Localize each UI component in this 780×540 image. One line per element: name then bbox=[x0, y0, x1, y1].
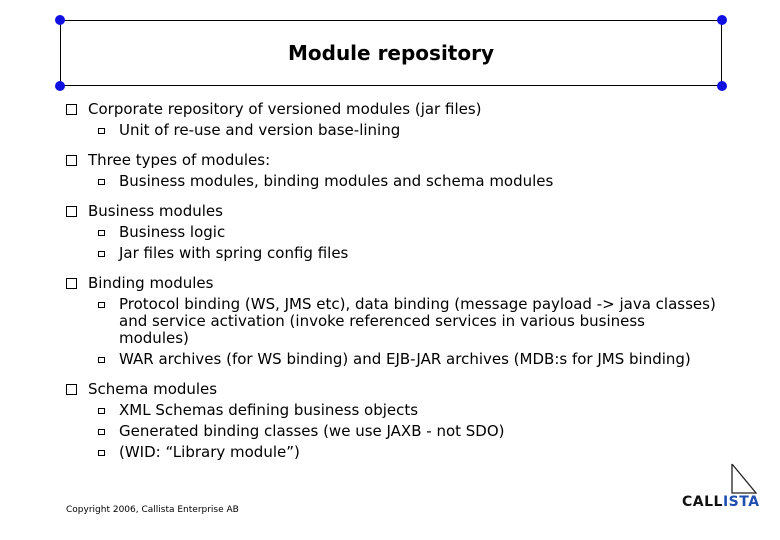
square-bullet-icon bbox=[66, 206, 77, 217]
small-square-bullet-icon bbox=[98, 357, 105, 363]
sub-bullet-item: XML Schemas defining business objects bbox=[66, 402, 716, 419]
logo-text: CALLISTA bbox=[682, 494, 760, 510]
sub-bullet-text: Unit of re-use and version base-lining bbox=[119, 121, 401, 139]
logo-text-dark: CALL bbox=[682, 494, 723, 510]
callista-logo: CALLISTA bbox=[682, 462, 766, 514]
sub-bullet-item: WAR archives (for WS binding) and EJB-JA… bbox=[66, 351, 716, 368]
sub-bullet-text: (WID: “Library module”) bbox=[119, 443, 300, 461]
small-square-bullet-icon bbox=[98, 429, 105, 435]
sub-bullet-text: Generated binding classes (we use JAXB -… bbox=[119, 422, 505, 440]
sub-bullet-item: Protocol binding (WS, JMS etc), data bin… bbox=[66, 296, 716, 347]
bullet-item: Schema modules bbox=[66, 380, 716, 398]
sub-bullet-text: Protocol binding (WS, JMS etc), data bin… bbox=[119, 295, 716, 347]
sub-bullet-item: Generated binding classes (we use JAXB -… bbox=[66, 423, 716, 440]
square-bullet-icon bbox=[66, 155, 77, 166]
bullet-text: Business modules bbox=[88, 202, 223, 220]
title-box: Module repository bbox=[60, 20, 722, 86]
sub-bullet-item: (WID: “Library module”) bbox=[66, 444, 716, 461]
resize-handle-bottom-right[interactable] bbox=[717, 81, 727, 91]
sub-bullet-item: Business modules, binding modules and sc… bbox=[66, 173, 716, 190]
bullet-text: Binding modules bbox=[88, 274, 214, 292]
slide-title: Module repository bbox=[287, 41, 495, 65]
sub-bullet-item: Business logic bbox=[66, 224, 716, 241]
bullet-text: Three types of modules: bbox=[88, 151, 271, 169]
small-square-bullet-icon bbox=[98, 302, 105, 308]
small-square-bullet-icon bbox=[98, 230, 105, 236]
sub-bullet-text: Business modules, binding modules and sc… bbox=[119, 172, 554, 190]
bullet-item: Binding modules bbox=[66, 274, 716, 292]
resize-handle-top-right[interactable] bbox=[717, 15, 727, 25]
triangle-icon bbox=[731, 463, 758, 494]
small-square-bullet-icon bbox=[98, 128, 105, 134]
sub-bullet-item: Unit of re-use and version base-lining bbox=[66, 122, 716, 139]
sub-bullet-item: Jar files with spring config files bbox=[66, 245, 716, 262]
resize-handle-bottom-left[interactable] bbox=[55, 81, 65, 91]
bullet-list: Corporate repository of versioned module… bbox=[66, 100, 716, 461]
logo-text-blue: ISTA bbox=[722, 494, 760, 510]
sub-bullet-text: Jar files with spring config files bbox=[119, 244, 349, 262]
sub-bullet-text: XML Schemas defining business objects bbox=[119, 401, 419, 419]
square-bullet-icon bbox=[66, 278, 77, 289]
copyright-footer: Copyright 2006, Callista Enterprise AB bbox=[66, 505, 239, 515]
sub-bullet-text: WAR archives (for WS binding) and EJB-JA… bbox=[119, 350, 691, 368]
bullet-text: Corporate repository of versioned module… bbox=[88, 100, 482, 118]
square-bullet-icon bbox=[66, 104, 77, 115]
bullet-item: Corporate repository of versioned module… bbox=[66, 100, 716, 118]
square-bullet-icon bbox=[66, 384, 77, 395]
bullet-item: Three types of modules: bbox=[66, 151, 716, 169]
small-square-bullet-icon bbox=[98, 179, 105, 185]
small-square-bullet-icon bbox=[98, 251, 105, 257]
resize-handle-top-left[interactable] bbox=[55, 15, 65, 25]
small-square-bullet-icon bbox=[98, 450, 105, 456]
sub-bullet-text: Business logic bbox=[119, 223, 226, 241]
bullet-text: Schema modules bbox=[88, 380, 218, 398]
small-square-bullet-icon bbox=[98, 408, 105, 414]
bullet-item: Business modules bbox=[66, 202, 716, 220]
